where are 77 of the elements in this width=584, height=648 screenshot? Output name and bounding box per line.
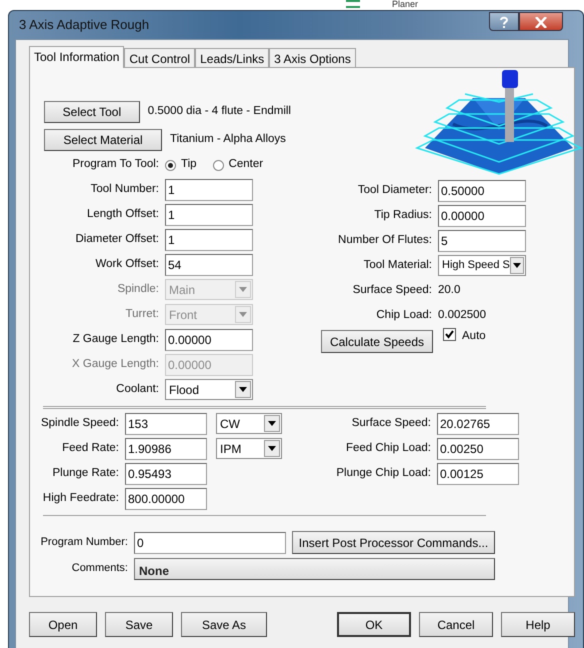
field-label: Spindle Speed:	[40, 416, 120, 431]
input-field[interactable]: 0.95493	[125, 462, 207, 484]
input-field[interactable]: 20.02765	[437, 412, 519, 434]
dialog-button[interactable]: Help	[501, 612, 575, 637]
close-icon	[535, 17, 547, 28]
field-label: Diameter Offset:	[74, 232, 160, 247]
input-field[interactable]: 1.90986	[125, 438, 207, 460]
dropdown[interactable]: CW	[216, 413, 282, 434]
checkbox-label: Auto	[462, 329, 486, 344]
field-label: Spindle:	[116, 282, 160, 297]
input-field[interactable]: 0.00000	[438, 204, 526, 226]
field-label: Surface Speed:	[350, 416, 432, 431]
field-label: Tool Number:	[90, 182, 160, 197]
field-label: Turret:	[124, 306, 160, 322]
tab[interactable]: Tool Information	[29, 46, 124, 68]
close-button[interactable]	[519, 12, 563, 30]
tab[interactable]: 3 Axis Options	[269, 48, 356, 67]
question-mark-icon	[499, 16, 509, 29]
input-field[interactable]: 153	[125, 412, 207, 434]
select-button[interactable]: Select Tool	[44, 101, 140, 123]
dropdown[interactable]: High Speed S	[438, 255, 526, 276]
comments-button[interactable]: None	[134, 558, 495, 580]
list-icon	[346, 0, 360, 8]
dialog-button[interactable]: Save As	[181, 612, 267, 637]
checkbox[interactable]	[443, 328, 456, 341]
dialog-button[interactable]: Open	[29, 612, 97, 637]
radio-button[interactable]	[165, 160, 176, 170]
background-item-text: Planer	[392, 0, 418, 9]
dialog-button[interactable]: Cancel	[419, 612, 493, 637]
description-text: 0.5000 dia - 4 flute - Endmill	[148, 104, 291, 120]
input-field[interactable]: 0.00125	[437, 462, 519, 484]
field-label: Number Of Flutes:	[337, 232, 433, 248]
tab[interactable]: Leads/Links	[195, 48, 270, 67]
field-label: X Gauge Length:	[71, 356, 160, 372]
input-field[interactable]: 0.50000	[438, 180, 526, 202]
field-label: Coolant:	[115, 382, 160, 397]
field-label: Work Offset:	[94, 256, 160, 272]
calculate-speeds-button[interactable]: Calculate Speeds	[321, 330, 433, 353]
field-label: Comments:	[70, 561, 129, 576]
field-label: Surface Speed:	[352, 282, 433, 298]
input-field[interactable]: 1	[165, 178, 253, 200]
field-label: Program To Tool:	[71, 157, 160, 172]
post-processor-commands-button[interactable]: Insert Post Processor Commands...	[292, 531, 495, 554]
input-field[interactable]: 0.00000	[165, 328, 253, 350]
field-label: High Feedrate:	[42, 490, 120, 506]
dropdown[interactable]: Flood	[165, 379, 253, 400]
field-label: Chip Load:	[375, 308, 433, 323]
field-label: Tool Diameter:	[356, 182, 433, 198]
input-field[interactable]: 1	[165, 204, 253, 226]
value-text: 0.002500	[438, 308, 486, 323]
dialog-button[interactable]: Save	[105, 612, 173, 637]
input-field[interactable]: 5	[438, 230, 526, 252]
input-field[interactable]: 1	[165, 228, 253, 250]
field-label: Length Offset:	[86, 206, 160, 222]
description-text: Titanium - Alpha Alloys	[170, 132, 286, 148]
field-label: Plunge Rate:	[52, 466, 120, 481]
dropdown[interactable]: IPM	[216, 438, 282, 459]
field-label: Plunge Chip Load:	[335, 466, 432, 481]
field-label: Program Number:	[40, 535, 129, 550]
field-label: Feed Chip Load:	[344, 440, 432, 456]
select-button[interactable]: Select Material	[44, 129, 162, 151]
window-title: 3 Axis Adaptive Rough	[18, 16, 150, 34]
value-text: 20.0	[438, 282, 460, 298]
field-label: Feed Rate:	[61, 440, 120, 456]
field-label: Tip Radius:	[373, 208, 433, 223]
radio-button[interactable]	[212, 160, 224, 170]
field-label: Z Gauge Length:	[72, 332, 160, 347]
input-field[interactable]: 54	[165, 254, 253, 276]
help-button[interactable]	[489, 12, 519, 30]
radio-label: Tip	[181, 157, 197, 172]
input-field[interactable]: 0.00250	[437, 438, 519, 460]
field-label: Tool Material:	[362, 258, 433, 273]
input-field[interactable]: 800.00000	[125, 488, 207, 510]
dialog-button[interactable]: OK	[337, 612, 411, 637]
radio-label: Center	[228, 157, 264, 172]
tab[interactable]: Cut Control	[124, 48, 196, 67]
input-field[interactable]: 0	[134, 532, 286, 554]
